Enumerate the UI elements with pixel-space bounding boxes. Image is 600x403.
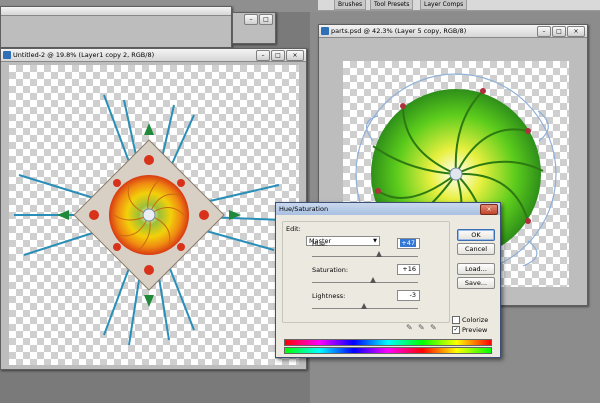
background-window-buttons: – □ — [244, 14, 273, 25]
hue-slider-track[interactable] — [312, 256, 418, 257]
output-color-bar — [284, 347, 492, 354]
mandala-artwork — [14, 94, 285, 346]
left-canvas[interactable] — [9, 65, 299, 365]
minimize-icon[interactable]: – — [256, 50, 270, 61]
colorize-checkbox[interactable] — [452, 316, 460, 324]
lightness-slider-thumb[interactable] — [360, 303, 367, 309]
hue-slider-thumb[interactable] — [375, 251, 382, 257]
panel-tab-bar: Brushes Tool Presets Layer Comps — [318, 0, 600, 11]
eyedropper-minus-icon[interactable]: ✎ — [430, 323, 437, 332]
input-color-bar — [284, 339, 492, 346]
lightness-input[interactable]: -3 — [397, 290, 420, 301]
colorize-label: Colorize — [462, 316, 489, 324]
hue-input[interactable]: +47 — [397, 238, 420, 249]
saturation-slider-thumb[interactable] — [370, 277, 377, 283]
tab-brushes[interactable]: Brushes — [334, 0, 367, 10]
background-document-window[interactable] — [0, 6, 232, 48]
saturation-slider-track[interactable] — [312, 282, 418, 283]
maximize-icon[interactable]: □ — [259, 14, 273, 25]
hue-saturation-dialog[interactable]: Hue/Saturation × Edit: Master ▼ Hue: +47… — [275, 202, 501, 358]
tab-tool-presets[interactable]: Tool Presets — [370, 0, 414, 10]
left-window-title: Untitled-2 @ 19.8% (Layer1 copy 2, RGB/8… — [13, 51, 155, 59]
background-document-window-2[interactable]: – □ — [232, 12, 276, 44]
eyedropper-plus-icon[interactable]: ✎ — [418, 323, 425, 332]
background-window-titlebar[interactable] — [1, 7, 231, 16]
close-icon[interactable]: × — [480, 204, 498, 215]
save-button[interactable]: Save... — [457, 277, 495, 289]
maximize-icon[interactable]: □ — [552, 26, 566, 37]
left-document-window[interactable]: Untitled-2 @ 19.8% (Layer1 copy 2, RGB/8… — [0, 48, 307, 370]
photoshop-doc-icon — [3, 51, 11, 59]
check-icon: ✓ — [453, 326, 459, 333]
close-icon[interactable]: × — [567, 26, 585, 37]
right-window-title: parts.psd @ 42.3% (Layer 5 copy, RGB/8) — [331, 27, 467, 35]
close-icon[interactable]: × — [286, 50, 304, 61]
saturation-input[interactable]: +16 — [397, 264, 420, 275]
cancel-button[interactable]: Cancel — [457, 243, 495, 255]
lightness-value: -3 — [409, 291, 416, 299]
right-window-titlebar[interactable]: parts.psd @ 42.3% (Layer 5 copy, RGB/8) … — [319, 25, 587, 38]
photoshop-doc-icon — [321, 27, 329, 35]
edit-label: Edit: — [286, 225, 301, 233]
preview-label: Preview — [462, 326, 488, 334]
lightness-label: Lightness: — [312, 292, 346, 300]
dialog-title: Hue/Saturation — [279, 205, 329, 213]
maximize-icon[interactable]: □ — [271, 50, 285, 61]
saturation-label: Saturation: — [312, 266, 349, 274]
dialog-titlebar[interactable]: Hue/Saturation × — [276, 203, 500, 215]
ok-button[interactable]: OK — [457, 229, 495, 241]
minimize-icon[interactable]: – — [244, 14, 258, 25]
load-button[interactable]: Load... — [457, 263, 495, 275]
left-window-titlebar[interactable]: Untitled-2 @ 19.8% (Layer1 copy 2, RGB/8… — [1, 49, 306, 62]
eyedropper-icon[interactable]: ✎ — [406, 323, 413, 332]
tab-layer-comps[interactable]: Layer Comps — [420, 0, 468, 10]
preview-checkbox[interactable]: ✓ — [452, 326, 460, 334]
dropdown-arrow-icon: ▼ — [373, 238, 377, 244]
hue-label: Hue: — [312, 240, 328, 248]
minimize-icon[interactable]: – — [537, 26, 551, 37]
hue-value: +47 — [400, 239, 416, 247]
saturation-value: +16 — [402, 265, 416, 273]
